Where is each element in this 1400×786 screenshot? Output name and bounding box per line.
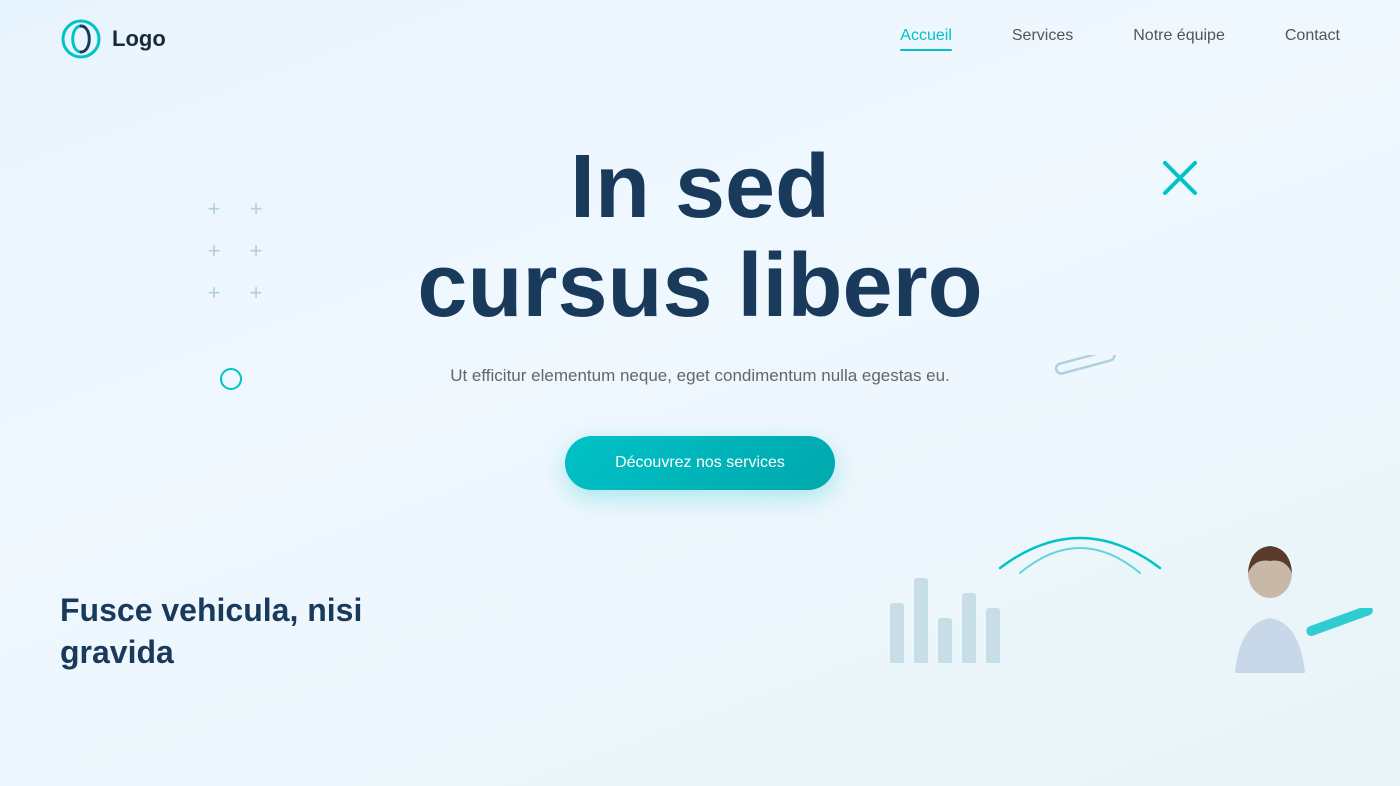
plus-icon-4: + (242, 240, 270, 268)
hero-section: + + + + + + In sed cursus libero Ut effi… (0, 78, 1400, 530)
cross-icon (1160, 158, 1200, 203)
bar-5 (986, 608, 1000, 663)
bar-2 (914, 578, 928, 663)
nav-link-accueil[interactable]: Accueil (900, 27, 952, 51)
cta-button[interactable]: Découvrez nos services (565, 436, 835, 490)
plus-icon-2: + (242, 198, 270, 226)
bar-3 (938, 618, 952, 663)
circle-decoration (220, 368, 242, 390)
nav-item-contact[interactable]: Contact (1285, 27, 1340, 51)
nav-item-accueil[interactable]: Accueil (900, 27, 952, 51)
logo[interactable]: Logo (60, 18, 166, 60)
nav-links: Accueil Services Notre équipe Contact (900, 27, 1340, 51)
bar-1 (890, 603, 904, 663)
navbar: Logo Accueil Services Notre équipe Conta… (0, 0, 1400, 78)
scissors-decoration (1300, 608, 1380, 663)
bar-4 (962, 593, 976, 663)
nav-link-services[interactable]: Services (1012, 27, 1073, 44)
plus-icon-1: + (200, 198, 228, 226)
nav-link-notre-equipe[interactable]: Notre équipe (1133, 27, 1225, 44)
logo-icon (60, 18, 102, 60)
nav-item-services[interactable]: Services (1012, 27, 1073, 51)
plus-icon-3: + (200, 240, 228, 268)
bar-chart (890, 578, 1020, 673)
plus-icon-5: + (200, 282, 228, 310)
plus-icon-6: + (242, 282, 270, 310)
deco-plus-grid: + + + + + + (200, 198, 270, 310)
second-title: Fusce vehicula, nisi gravida (60, 590, 460, 673)
pencil-decoration (1050, 355, 1120, 390)
second-section: Fusce vehicula, nisi gravida (0, 530, 1400, 673)
hero-title-line1: In sed (570, 137, 830, 237)
nav-link-contact[interactable]: Contact (1285, 27, 1340, 44)
nav-item-notre-equipe[interactable]: Notre équipe (1133, 27, 1225, 51)
hero-title-line2: cursus libero (417, 236, 982, 336)
logo-text: Logo (112, 26, 166, 52)
